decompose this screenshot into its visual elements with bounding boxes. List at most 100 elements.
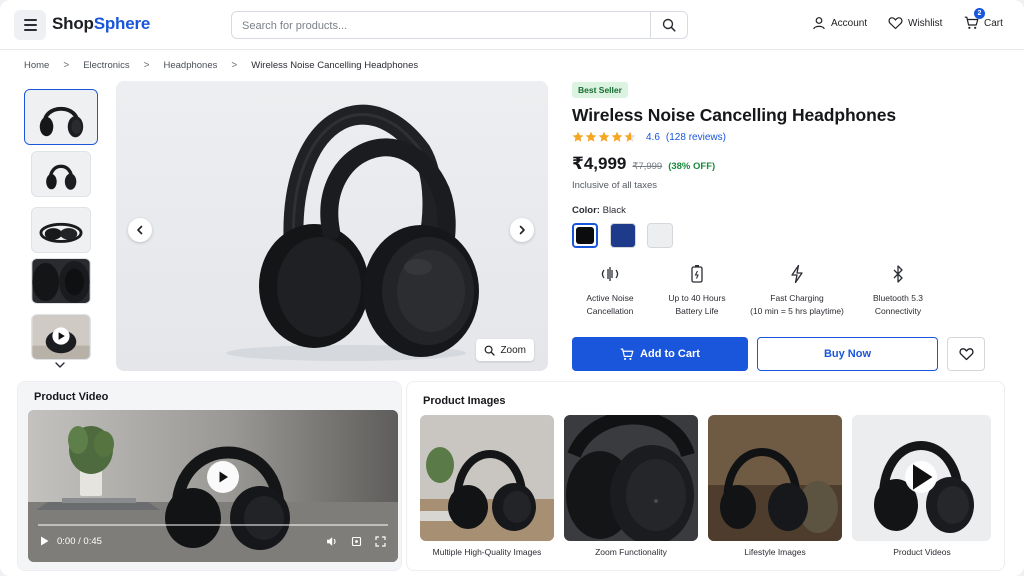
star-icon bbox=[611, 131, 623, 142]
menu-bar bbox=[23, 24, 37, 26]
color-swatch-navy[interactable] bbox=[610, 223, 636, 248]
product-images-panel: Product Images Multiple High-Quality Ima… bbox=[406, 381, 1005, 571]
thumbnail-3[interactable] bbox=[31, 207, 91, 253]
breadcrumb-headphones[interactable]: Headphones bbox=[164, 60, 218, 71]
image-card-lifestyle[interactable] bbox=[708, 415, 842, 541]
menu-bar bbox=[23, 29, 37, 31]
headphones-main-image bbox=[226, 104, 479, 361]
battery-icon bbox=[691, 265, 703, 283]
user-icon bbox=[813, 17, 825, 30]
color-swatch-black[interactable] bbox=[572, 223, 598, 248]
feature-fast-charging: Fast Charging (10 min = 5 hrs playtime) bbox=[734, 262, 860, 317]
account-link[interactable]: Account bbox=[812, 16, 867, 30]
sale-price: ₹4,999 bbox=[572, 154, 627, 173]
selected-color-name: Black bbox=[602, 205, 626, 216]
buy-now-button[interactable]: Buy Now bbox=[757, 337, 938, 371]
volume-icon[interactable] bbox=[326, 536, 338, 547]
video-play-overlay-button[interactable] bbox=[207, 461, 239, 493]
search-input[interactable] bbox=[242, 17, 642, 34]
color-swatch-white[interactable] bbox=[647, 223, 673, 248]
reviews-link[interactable]: (128 reviews) bbox=[666, 132, 726, 143]
video-progress-bar[interactable] bbox=[38, 524, 388, 526]
cart-icon bbox=[620, 348, 634, 360]
breadcrumb-separator: > bbox=[143, 60, 150, 71]
image-card-videos[interactable] bbox=[852, 415, 991, 541]
swatch-fill bbox=[648, 224, 672, 247]
breadcrumb-separator: > bbox=[231, 60, 238, 71]
best-seller-badge: Best Seller bbox=[572, 82, 628, 98]
heart-icon bbox=[888, 17, 903, 30]
add-to-wishlist-button[interactable] bbox=[947, 337, 985, 371]
cart-count-badge: 2 bbox=[974, 8, 985, 19]
image-card-caption: Multiple High-Quality Images bbox=[432, 547, 542, 557]
price-row: ₹4,999 ₹7,999 (38% OFF) bbox=[572, 154, 715, 174]
discount-percent: (38% OFF) bbox=[668, 161, 716, 172]
headphones-thumbnail-image bbox=[25, 90, 97, 144]
thumbnail-video[interactable] bbox=[31, 314, 91, 360]
tax-note: Inclusive of all taxes bbox=[572, 180, 658, 191]
video-controls-right bbox=[326, 535, 386, 547]
breadcrumb-current: Wireless Noise Cancelling Headphones bbox=[251, 60, 419, 71]
buy-now-label: Buy Now bbox=[823, 348, 872, 360]
add-to-cart-button[interactable]: Add to Cart bbox=[572, 337, 748, 371]
wishlist-label: Wishlist bbox=[908, 17, 943, 29]
logo[interactable]: ShopSphere bbox=[52, 14, 150, 34]
search-bar bbox=[231, 11, 688, 39]
video-controls: 0:00 / 0:45 bbox=[40, 534, 386, 548]
cart-link[interactable]: 2 Cart bbox=[964, 8, 1003, 30]
heart-icon bbox=[958, 348, 974, 361]
feature-line1: Fast Charging bbox=[770, 293, 824, 303]
image-card-caption: Zoom Functionality bbox=[595, 547, 667, 557]
product-page: ShopSphere Account Wishlist 2 Cart Home … bbox=[0, 0, 1024, 576]
original-price: ₹7,999 bbox=[632, 161, 663, 172]
magnifier-icon bbox=[485, 345, 496, 356]
feature-line1: Active Noise bbox=[586, 293, 634, 303]
previous-image-button[interactable] bbox=[128, 218, 152, 242]
earcup-zoom-image bbox=[564, 415, 698, 541]
image-card-zoom[interactable] bbox=[564, 415, 698, 541]
hamburger-menu-button[interactable] bbox=[14, 10, 46, 40]
fullscreen-icon[interactable] bbox=[375, 535, 386, 547]
add-to-cart-label: Add to Cart bbox=[640, 348, 700, 360]
main-product-image[interactable]: Zoom bbox=[116, 81, 548, 371]
thumbnail-1[interactable] bbox=[24, 89, 98, 145]
play-icon bbox=[219, 471, 228, 483]
thumbnail-2[interactable] bbox=[31, 151, 91, 197]
logo-text-part1: Shop bbox=[52, 14, 94, 33]
color-label-key: Color: bbox=[572, 205, 600, 216]
breadcrumb-home[interactable]: Home bbox=[24, 60, 49, 71]
next-image-button[interactable] bbox=[510, 218, 534, 242]
feature-bluetooth: Bluetooth 5.3 Connectivity bbox=[852, 262, 944, 317]
bluetooth-icon bbox=[893, 265, 903, 283]
breadcrumb-electronics[interactable]: Electronics bbox=[83, 60, 129, 71]
chevron-left-icon bbox=[137, 225, 143, 235]
zoom-button[interactable]: Zoom bbox=[476, 339, 534, 361]
image-card-caption: Product Videos bbox=[893, 547, 951, 557]
feature-line2: (10 min = 5 hrs playtime) bbox=[750, 305, 844, 316]
video-play-overlay-button[interactable] bbox=[905, 461, 937, 493]
search-button[interactable] bbox=[650, 12, 687, 38]
video-time: 0:00 / 0:45 bbox=[57, 535, 102, 547]
feature-line2: Connectivity bbox=[874, 305, 922, 316]
breadcrumb: Home > Electronics > Headphones > Wirele… bbox=[24, 60, 418, 71]
rating-value: 4.6 bbox=[646, 131, 660, 143]
chevron-down-icon[interactable] bbox=[54, 360, 66, 370]
chevron-right-icon bbox=[519, 225, 525, 235]
star-icon bbox=[598, 131, 610, 142]
search-icon bbox=[662, 18, 676, 32]
wishlist-link[interactable]: Wishlist bbox=[888, 16, 942, 30]
headphones-lifestyle-image bbox=[708, 415, 842, 541]
image-card-multiple[interactable] bbox=[420, 415, 554, 541]
play-icon[interactable] bbox=[40, 536, 49, 546]
thumbnail-4[interactable] bbox=[31, 258, 91, 304]
feature-noise-cancellation: Active Noise Cancellation bbox=[564, 262, 656, 317]
video-player[interactable]: 0:00 / 0:45 bbox=[28, 410, 398, 562]
top-header: ShopSphere Account Wishlist 2 Cart bbox=[0, 0, 1024, 50]
product-images-title: Product Images bbox=[423, 395, 506, 407]
headphones-thumbnail-image bbox=[32, 152, 90, 196]
star-icon bbox=[572, 131, 584, 142]
settings-icon[interactable] bbox=[351, 536, 362, 547]
lightning-icon bbox=[791, 264, 803, 284]
earcup-closeup-thumbnail-image bbox=[32, 259, 90, 303]
swatch-fill bbox=[611, 224, 635, 247]
